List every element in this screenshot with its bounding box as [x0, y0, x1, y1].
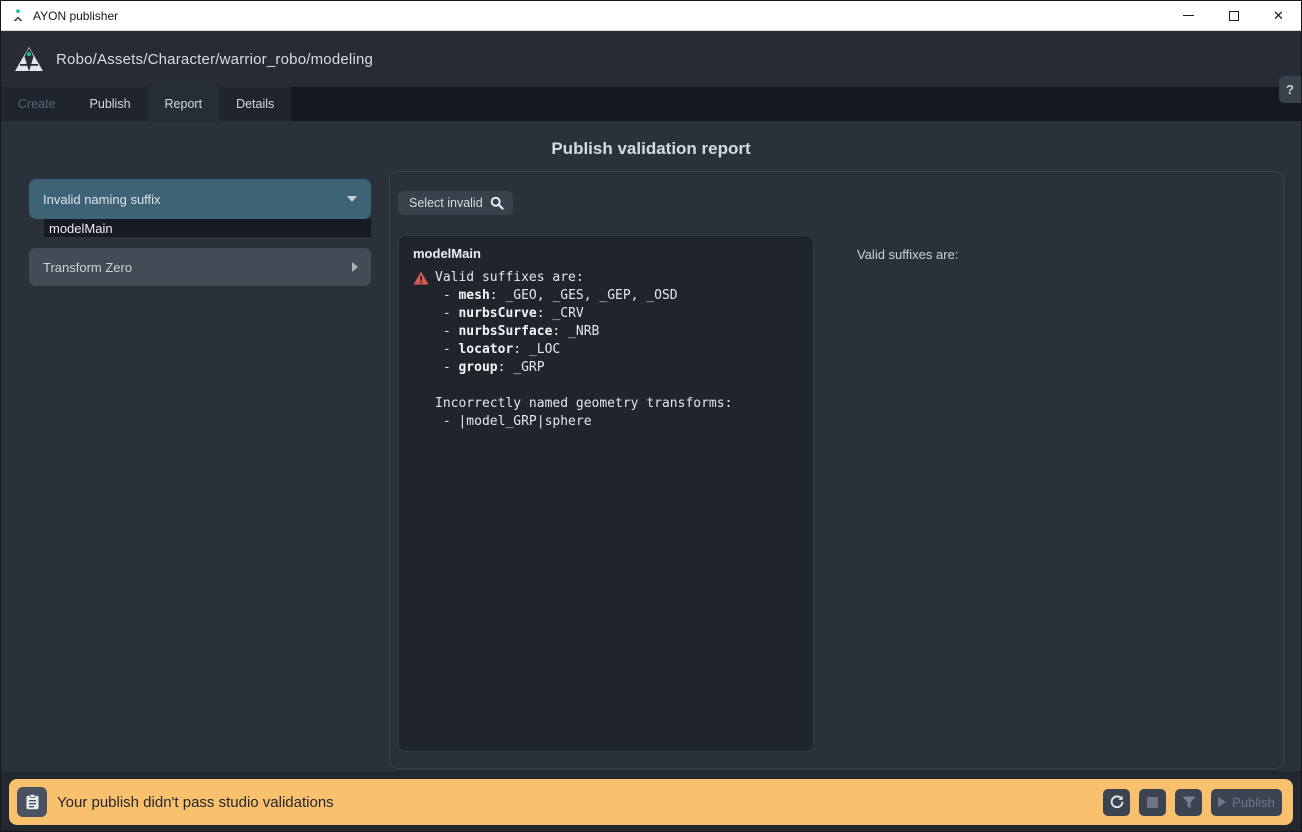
- report-page: Publish validation report Invalid naming…: [1, 121, 1301, 771]
- tab-create[interactable]: Create: [1, 87, 73, 121]
- report-line: [435, 377, 799, 395]
- report-line: Valid suffixes are:: [435, 269, 799, 287]
- publish-button[interactable]: Publish: [1211, 789, 1282, 816]
- close-icon: ✕: [1273, 8, 1284, 24]
- error-report-card: modelMain Valid suffixes are: - mesh: _G…: [398, 235, 814, 752]
- validator-label: Invalid naming suffix: [43, 192, 161, 207]
- report-line: - nurbsCurve: _CRV: [435, 305, 799, 323]
- filter-button[interactable]: [1175, 789, 1202, 816]
- help-button[interactable]: ?: [1279, 76, 1301, 103]
- report-line: - nurbsSurface: _NRB: [435, 323, 799, 341]
- validator-invalid-naming-suffix[interactable]: Invalid naming suffix: [29, 179, 371, 219]
- titlebar: AYON publisher ✕: [1, 1, 1301, 31]
- stop-icon: [1147, 797, 1158, 808]
- copy-report-button[interactable]: [17, 787, 47, 817]
- search-icon: [490, 196, 504, 210]
- validator-label: Transform Zero: [43, 260, 132, 275]
- footer: Your publish didn't pass studio validati…: [1, 771, 1301, 832]
- validator-instance-modelmain[interactable]: modelMain: [44, 219, 371, 237]
- header: Robo/Assets/Character/warrior_robo/model…: [1, 31, 1301, 87]
- validators-panel: Invalid naming suffix modelMain Transfor…: [29, 179, 371, 286]
- refresh-button[interactable]: [1103, 789, 1130, 816]
- clipboard-icon: [25, 794, 40, 810]
- report-detail-container: Select invalid modelMain Valid suffixes …: [389, 171, 1284, 769]
- report-line: Incorrectly named geometry transforms:: [435, 395, 799, 413]
- tab-publish[interactable]: Publish: [73, 87, 148, 121]
- filter-funnel-icon: [1182, 796, 1196, 809]
- page-title: Publish validation report: [1, 139, 1301, 159]
- close-button[interactable]: ✕: [1256, 1, 1301, 30]
- report-line: - group: _GRP: [435, 359, 799, 377]
- app-icon: [10, 8, 26, 24]
- minimize-button[interactable]: [1166, 1, 1211, 30]
- minimize-icon: [1183, 15, 1194, 16]
- maximize-icon: [1229, 11, 1239, 21]
- report-line: - locator: _LOC: [435, 341, 799, 359]
- refresh-icon: [1109, 794, 1125, 810]
- chevron-right-icon: [352, 262, 358, 272]
- select-invalid-button[interactable]: Select invalid: [398, 191, 513, 215]
- tabbar: Create Publish Report Details: [1, 87, 1301, 121]
- warning-icon: [413, 271, 429, 285]
- publisher-window: AYON publisher ✕ Robo/Assets/Character/w…: [0, 0, 1302, 832]
- publish-button-label: Publish: [1232, 795, 1275, 810]
- error-report-text: Valid suffixes are: - mesh: _GEO, _GES, …: [413, 269, 799, 431]
- detail-panel-text: Valid suffixes are:: [857, 247, 958, 262]
- report-line: - |model_GRP|sphere: [435, 413, 799, 431]
- select-invalid-label: Select invalid: [409, 196, 483, 210]
- tab-report[interactable]: Report: [148, 87, 220, 121]
- play-icon: [1218, 797, 1226, 807]
- validator-transform-zero[interactable]: Transform Zero: [29, 248, 371, 286]
- error-card-instance-title: modelMain: [413, 246, 799, 261]
- chevron-down-icon: [347, 196, 357, 202]
- maximize-button[interactable]: [1211, 1, 1256, 30]
- validation-error-message: Your publish didn't pass studio validati…: [57, 794, 334, 811]
- context-breadcrumb: Robo/Assets/Character/warrior_robo/model…: [56, 51, 373, 68]
- report-line: - mesh: _GEO, _GES, _GEP, _OSD: [435, 287, 799, 305]
- ayon-logo-icon: [14, 46, 44, 73]
- validation-error-bar: Your publish didn't pass studio validati…: [9, 779, 1293, 825]
- window-title: AYON publisher: [33, 9, 118, 23]
- stop-button[interactable]: [1139, 789, 1166, 816]
- tab-details[interactable]: Details: [219, 87, 291, 121]
